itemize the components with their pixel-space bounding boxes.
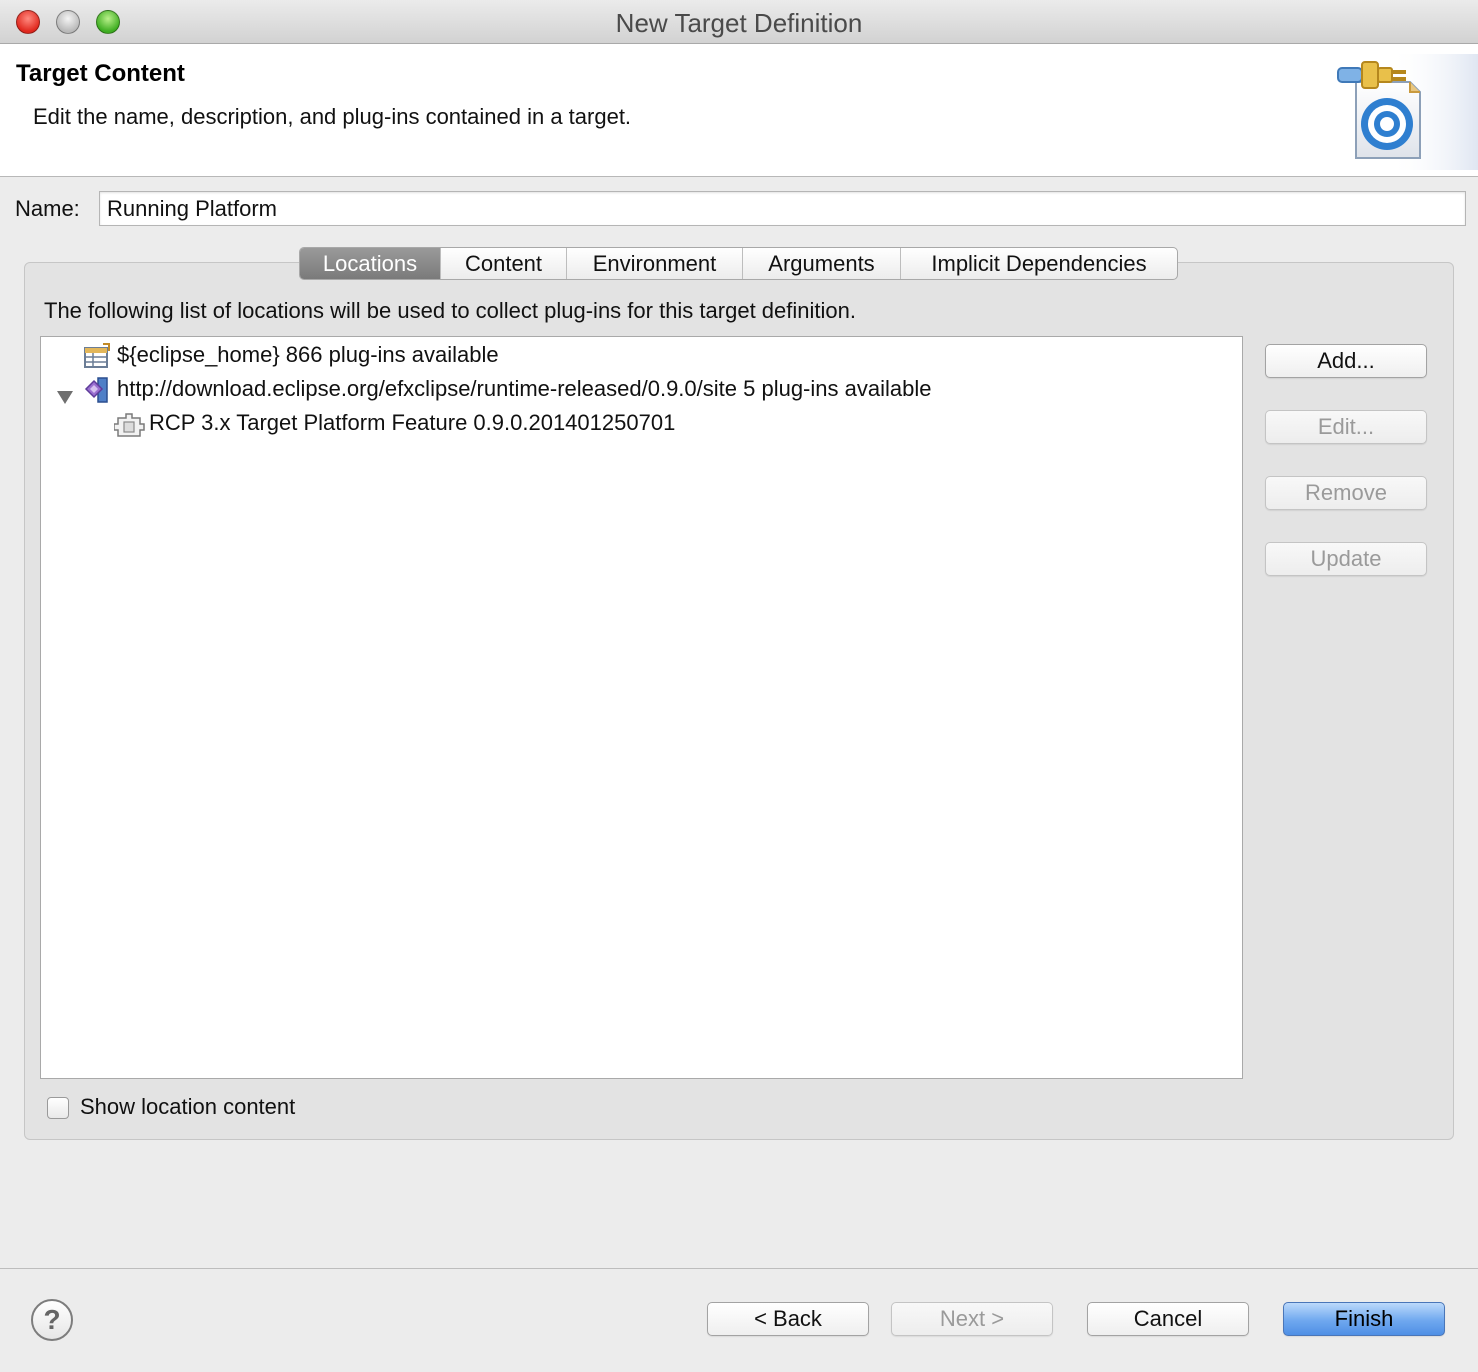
footer-divider [0,1268,1478,1269]
next-button[interactable]: Next > [891,1302,1053,1336]
locations-tree[interactable]: ${eclipse_home} 866 plug-ins available h… [40,336,1243,1079]
finish-button[interactable]: Finish [1283,1302,1445,1336]
name-input[interactable] [99,191,1466,226]
add-location-button[interactable]: Add... [1265,344,1427,378]
tree-item[interactable]: RCP 3.x Target Platform Feature 0.9.0.20… [41,406,1231,440]
show-location-content-label[interactable]: Show location content [80,1094,295,1120]
tab-content[interactable]: Content [441,248,567,279]
tree-item[interactable]: http://download.eclipse.org/efxclipse/ru… [41,372,1231,406]
name-label: Name: [15,196,80,221]
tab-bar: Locations Content Environment Arguments … [299,247,1178,280]
window-title: New Target Definition [615,8,863,38]
tree-item[interactable]: ${eclipse_home} 866 plug-ins available [41,338,1231,372]
feature-icon [113,410,146,448]
edit-location-button[interactable]: Edit... [1265,410,1427,444]
tab-arguments[interactable]: Arguments [743,248,901,279]
page-title: Target Content [16,60,185,87]
tree-item-label: RCP 3.x Target Platform Feature 0.9.0.20… [149,410,676,435]
tree-item-label: ${eclipse_home} 866 plug-ins available [117,342,499,367]
tab-locations[interactable]: Locations [300,248,441,279]
show-location-content-checkbox[interactable] [47,1097,69,1119]
tab-implicit-dependencies[interactable]: Implicit Dependencies [901,248,1177,279]
locations-description: The following list of locations will be … [44,298,856,323]
help-icon[interactable]: ? [31,1299,73,1341]
target-wizard-icon [1330,54,1478,170]
tree-item-label: http://download.eclipse.org/efxclipse/ru… [117,376,932,401]
update-location-button[interactable]: Update [1265,542,1427,576]
back-button[interactable]: < Back [707,1302,869,1336]
tab-environment[interactable]: Environment [567,248,743,279]
cancel-button[interactable]: Cancel [1087,1302,1249,1336]
page-description: Edit the name, description, and plug-ins… [33,104,632,129]
remove-location-button[interactable]: Remove [1265,476,1427,510]
title-bar: New Target Definition [0,0,1478,44]
